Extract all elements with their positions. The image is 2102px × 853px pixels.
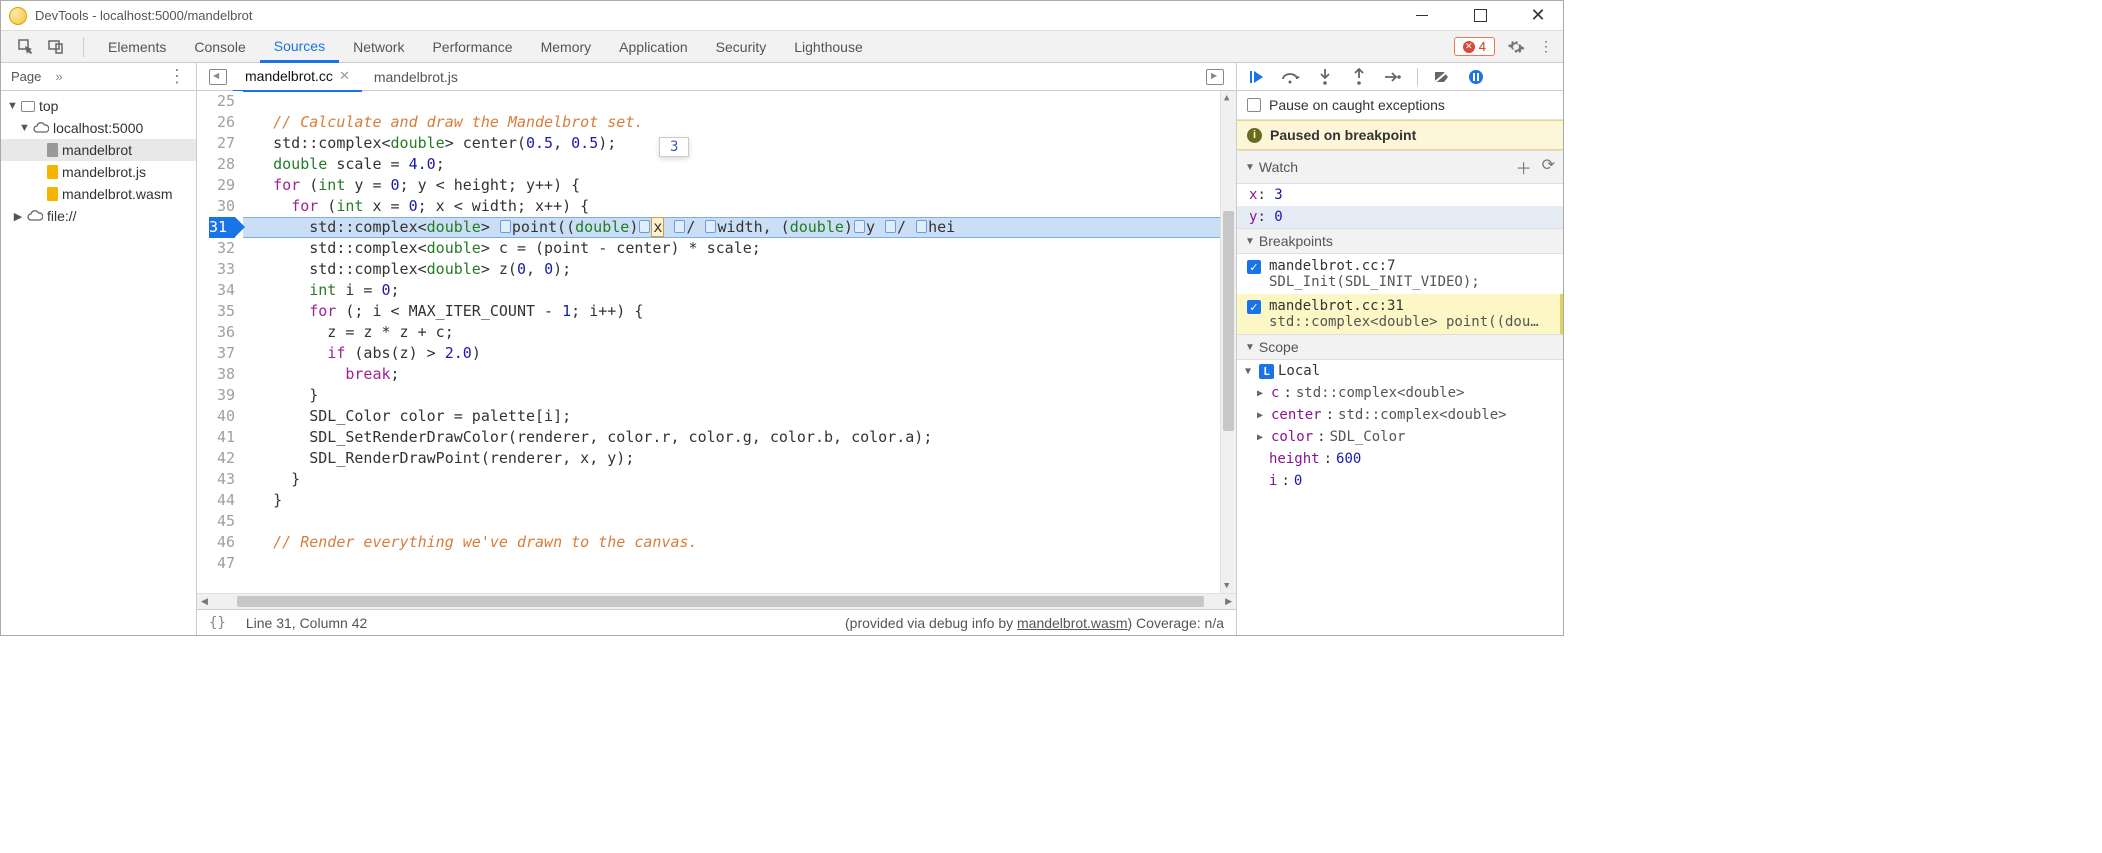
pause-exceptions-icon[interactable] [1466, 67, 1486, 87]
tab-application[interactable]: Application [605, 31, 702, 63]
file-icon [47, 143, 58, 157]
navigator-menu-icon[interactable]: ⋮ [168, 66, 186, 87]
file-tree: ▼top ▼localhost:5000 mandelbrot mandelbr… [1, 91, 196, 231]
breakpoints-header[interactable]: ▼Breakpoints [1237, 228, 1563, 254]
vertical-scrollbar[interactable]: ▲▼ [1220, 91, 1236, 593]
cloud-icon [33, 122, 49, 134]
pause-caught-row[interactable]: Pause on caught exceptions [1237, 91, 1563, 120]
debugger-pane: Pause on caught exceptions iPaused on br… [1237, 63, 1563, 635]
tree-file-mandelbrot-js[interactable]: mandelbrot.js [1, 161, 196, 183]
tab-memory[interactable]: Memory [527, 31, 606, 63]
window-title: DevTools - localhost:5000/mandelbrot [35, 8, 253, 23]
scope-header[interactable]: ▼Scope [1237, 334, 1563, 360]
pretty-print-icon[interactable]: {} [209, 615, 226, 631]
cloud-icon [27, 210, 43, 222]
tree-origin[interactable]: ▼localhost:5000 [1, 117, 196, 139]
breakpoint-row[interactable]: ✓mandelbrot.cc:31std::complex<double> po… [1237, 294, 1563, 334]
error-count-pill[interactable]: ✕4 [1454, 37, 1495, 56]
step-into-icon[interactable] [1315, 67, 1335, 87]
horizontal-scrollbar[interactable]: ◀▶ [197, 593, 1236, 609]
tab-performance[interactable]: Performance [418, 31, 526, 63]
navigator-pane: Page » ⋮ ▼top ▼localhost:5000 mandelbrot… [1, 63, 197, 635]
scope-local-row[interactable]: ▼LLocal [1237, 360, 1563, 382]
file-icon [47, 165, 58, 179]
file-tab-mandelbrot-cc[interactable]: mandelbrot.cc✕ [233, 62, 362, 92]
cursor-position: Line 31, Column 42 [246, 615, 367, 631]
inspect-icon[interactable] [17, 38, 35, 56]
deactivate-breakpoints-icon[interactable] [1432, 67, 1452, 87]
scope-var[interactable]: ▶color: SDL_Color [1237, 426, 1563, 448]
checkbox-checked-icon[interactable]: ✓ [1247, 300, 1261, 314]
step-out-icon[interactable] [1349, 67, 1369, 87]
debug-toolbar [1237, 63, 1563, 91]
step-icon[interactable] [1383, 67, 1403, 87]
tree-top[interactable]: ▼top [1, 95, 196, 117]
watch-header[interactable]: ▼Watch＋⟳ [1237, 150, 1563, 184]
tab-elements[interactable]: Elements [94, 31, 180, 63]
file-icon [47, 187, 58, 201]
tab-lighthouse[interactable]: Lighthouse [780, 31, 877, 63]
main-tab-bar: Elements Console Sources Network Perform… [1, 31, 1563, 63]
nav-prev-icon[interactable] [209, 69, 227, 85]
editor-statusbar: {} Line 31, Column 42 (provided via debu… [197, 609, 1236, 635]
paused-banner: iPaused on breakpoint [1237, 120, 1563, 150]
maximize-button[interactable] [1463, 5, 1497, 27]
watch-row[interactable]: x: 3 [1237, 184, 1563, 206]
tab-console[interactable]: Console [180, 31, 259, 63]
tab-security[interactable]: Security [702, 31, 781, 63]
scope-var[interactable]: i: 0 [1237, 470, 1563, 492]
settings-icon[interactable] [1507, 38, 1525, 56]
tree-file-scheme[interactable]: ▶file:// [1, 205, 196, 227]
minimize-button[interactable] [1405, 5, 1439, 27]
navigator-more-tabs[interactable]: » [55, 69, 62, 84]
titlebar: DevTools - localhost:5000/mandelbrot ✕ [1, 1, 1563, 31]
checkbox-checked-icon[interactable]: ✓ [1247, 260, 1261, 274]
debug-info: (provided via debug info by mandelbrot.w… [845, 615, 1224, 631]
scope-var[interactable]: ▶c: std::complex<double> [1237, 382, 1563, 404]
tree-file-mandelbrot[interactable]: mandelbrot [1, 139, 196, 161]
editor-pane: mandelbrot.cc✕ mandelbrot.js 25262728293… [197, 63, 1237, 635]
close-button[interactable]: ✕ [1521, 5, 1555, 27]
scope-var[interactable]: height: 600 [1237, 448, 1563, 470]
resume-icon[interactable] [1247, 67, 1267, 87]
add-watch-icon[interactable]: ＋ [1516, 155, 1532, 179]
scope-var[interactable]: ▶center: std::complex<double> [1237, 404, 1563, 426]
tab-network[interactable]: Network [339, 31, 418, 63]
checkbox-icon[interactable] [1247, 98, 1261, 112]
close-tab-icon[interactable]: ✕ [339, 68, 350, 84]
app-icon [9, 7, 27, 25]
code-area[interactable]: 2526272829303132333435363738394041424344… [197, 91, 1236, 593]
tree-file-mandelbrot-wasm[interactable]: mandelbrot.wasm [1, 183, 196, 205]
refresh-watch-icon[interactable]: ⟳ [1542, 155, 1555, 179]
breakpoint-row[interactable]: ✓mandelbrot.cc:7SDL_Init(SDL_INIT_VIDEO)… [1237, 254, 1563, 294]
info-icon: i [1247, 128, 1262, 143]
more-icon[interactable]: ⋮ [1537, 38, 1555, 56]
step-over-icon[interactable] [1281, 67, 1301, 87]
nav-next-icon[interactable] [1206, 69, 1224, 85]
navigator-tab[interactable]: Page [11, 69, 41, 84]
file-tab-mandelbrot-js[interactable]: mandelbrot.js [362, 63, 470, 91]
hover-tooltip: 3 [659, 137, 689, 157]
local-badge-icon: L [1259, 364, 1274, 379]
tab-sources[interactable]: Sources [260, 30, 339, 63]
file-tab-bar: mandelbrot.cc✕ mandelbrot.js [197, 63, 1236, 91]
device-icon[interactable] [47, 38, 65, 56]
watch-row[interactable]: y: 0 [1237, 206, 1563, 228]
